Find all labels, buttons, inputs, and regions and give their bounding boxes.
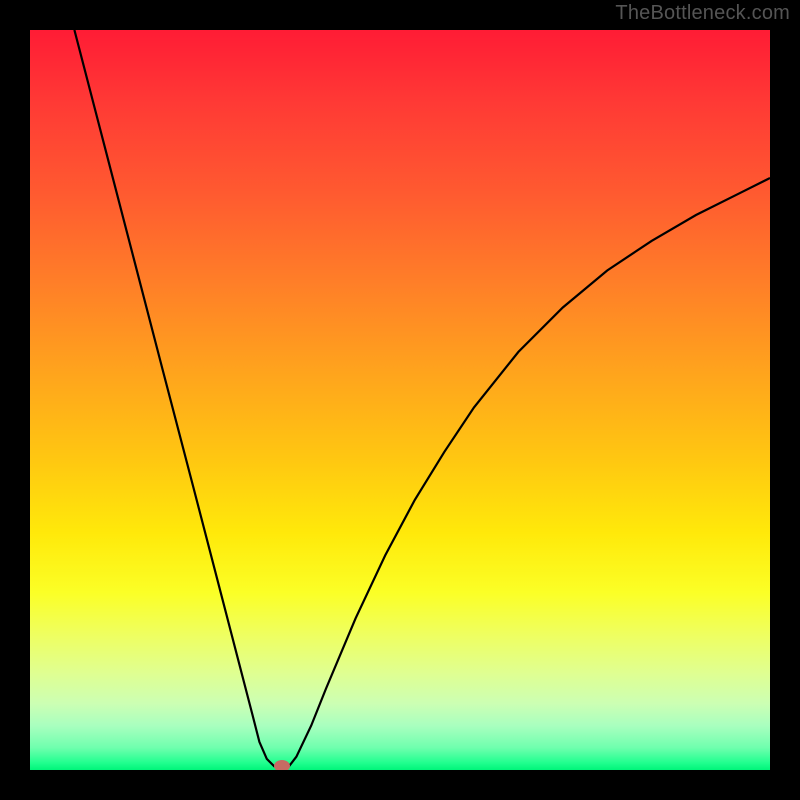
- bottleneck-curve: [30, 30, 770, 770]
- curve-path: [74, 30, 770, 766]
- watermark-label: TheBottleneck.com: [615, 2, 790, 25]
- chart-frame: TheBottleneck.com: [0, 0, 800, 800]
- optimal-point-marker: [274, 760, 290, 770]
- plot-area: [30, 30, 770, 770]
